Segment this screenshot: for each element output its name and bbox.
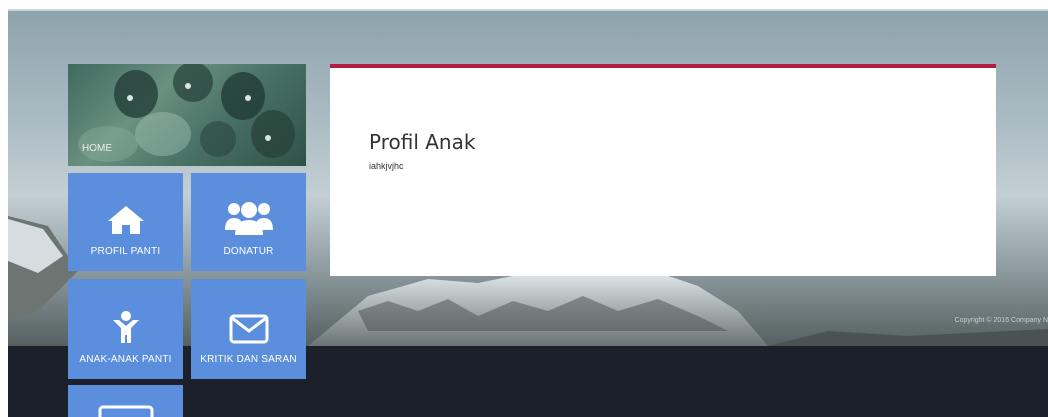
page-stage: Copyright © 2016 Company N HOME PROFIL P…	[8, 9, 1048, 417]
id-card-icon	[98, 405, 153, 417]
users-icon	[224, 202, 273, 235]
nav-kritik-dan-saran-label: KRITIK DAN SARAN	[200, 354, 297, 365]
nav-donatur-label: DONATUR	[223, 246, 274, 257]
copyright-text: Copyright © 2016 Company N	[954, 317, 1048, 324]
nav-profil-panti-tile[interactable]: PROFIL PANTI	[68, 173, 183, 271]
nav-donatur-tile[interactable]: DONATUR	[191, 173, 306, 271]
nav-anak-anak-panti-tile[interactable]: ANAK-ANAK PANTI	[68, 279, 183, 379]
content-panel: Profil Anak iahkjvjhc	[330, 64, 996, 276]
nav-kritik-dan-saran-tile[interactable]: KRITIK DAN SARAN	[191, 279, 306, 379]
nav-extra-tile[interactable]	[68, 385, 183, 417]
content-body-text: iahkjvjhc	[369, 161, 404, 171]
child-icon	[112, 311, 139, 343]
nav-anak-anak-panti-label: ANAK-ANAK PANTI	[79, 354, 172, 365]
nav-profil-panti-label: PROFIL PANTI	[90, 246, 161, 257]
page-title: Profil Anak	[369, 130, 476, 154]
nav-home-label: HOME	[82, 143, 112, 154]
nav-home-tile[interactable]: HOME	[68, 64, 306, 166]
home-icon	[107, 206, 144, 234]
envelope-icon	[229, 314, 268, 344]
